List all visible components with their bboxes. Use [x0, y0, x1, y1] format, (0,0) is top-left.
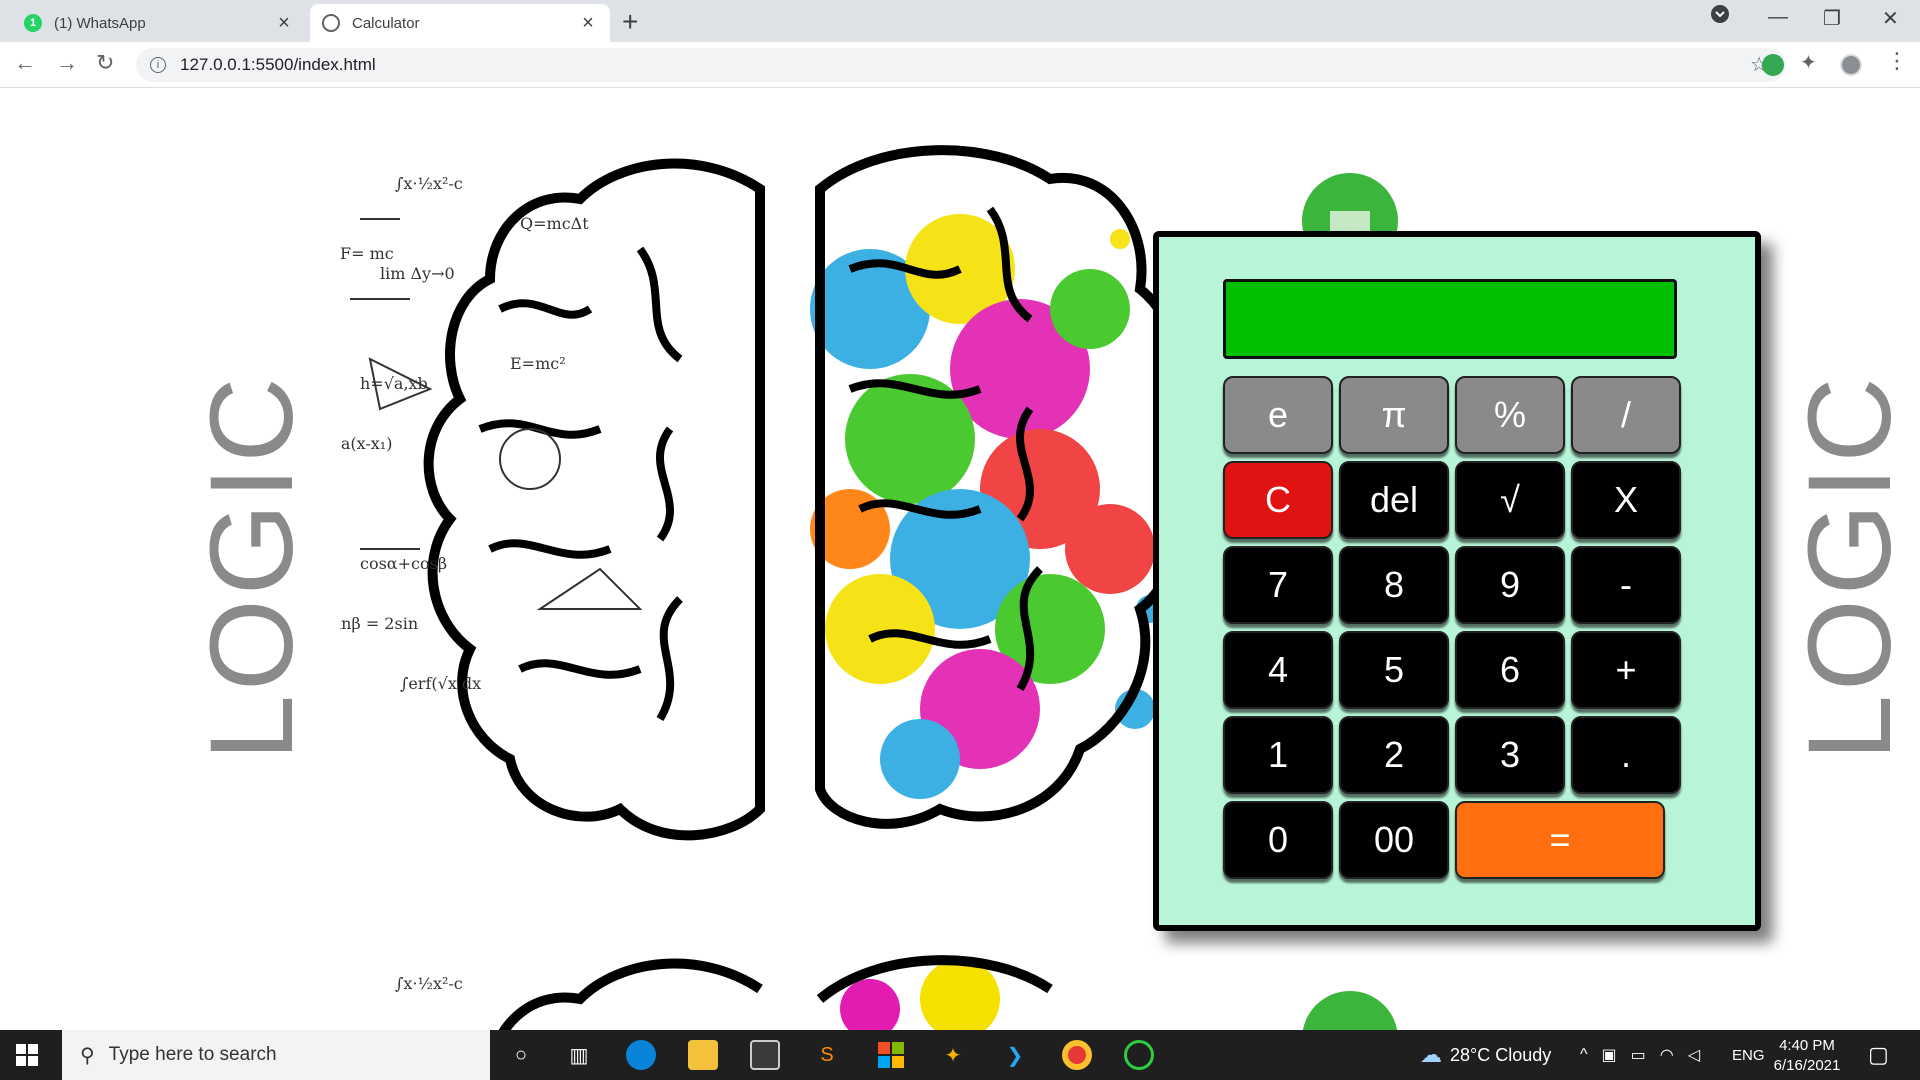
- svg-text:f(x)=a(x-x₁): f(x)=a(x-x₁): [340, 434, 392, 453]
- globe-icon: [322, 14, 340, 32]
- key-5-button[interactable]: 5: [1339, 631, 1449, 709]
- cloud-icon: ☁: [1420, 1042, 1442, 1067]
- svg-text:∫x·½x²-c: ∫x·½x²-c: [395, 174, 463, 193]
- svg-text:∫erf(√x dx: ∫erf(√x dx: [400, 674, 481, 693]
- key-decimal-button[interactable]: .: [1571, 716, 1681, 794]
- left-brain-repeat: ∫x·½x²-c: [395, 958, 763, 1030]
- svg-text:E=mc²: E=mc²: [510, 354, 566, 373]
- chevron-up-icon[interactable]: ^: [1580, 1046, 1588, 1064]
- chrome-icon[interactable]: [1062, 1040, 1092, 1070]
- url-text: 127.0.0.1:5500/index.html: [180, 55, 376, 74]
- vscode-icon[interactable]: ❯: [1000, 1040, 1030, 1070]
- svg-text:lim Δy→0: lim Δy→0: [380, 264, 455, 283]
- key-1-button[interactable]: 1: [1223, 716, 1333, 794]
- key-delete-button[interactable]: del: [1339, 461, 1449, 539]
- svg-text:cosα+cosβ: cosα+cosβ: [360, 554, 447, 573]
- meet-now-icon[interactable]: ▣: [1602, 1045, 1617, 1065]
- date-text: 6/16/2021: [1773, 1057, 1841, 1074]
- close-window-button[interactable]: ✕: [1882, 6, 1899, 31]
- address-bar[interactable]: i 127.0.0.1:5500/index.html ☆: [136, 48, 1786, 82]
- browser-toolbar: ← → ↻ i 127.0.0.1:5500/index.html ☆ ✦ ⋮: [0, 42, 1920, 88]
- left-brain-illustration: ∫x·½x²-c F= mc lim Δy→0 h=√a,xb f(x)=a(x…: [340, 158, 765, 841]
- sublime-icon[interactable]: S: [812, 1040, 842, 1070]
- close-tab-icon[interactable]: ×: [578, 12, 598, 35]
- minimize-button[interactable]: —: [1768, 6, 1788, 29]
- key-multiply-button[interactable]: X: [1571, 461, 1681, 539]
- office-icon[interactable]: [876, 1040, 906, 1070]
- svg-text:∫x·½x²-c: ∫x·½x²-c: [395, 974, 463, 993]
- new-tab-button[interactable]: +: [622, 6, 638, 38]
- key-plus-button[interactable]: +: [1571, 631, 1681, 709]
- key-e-button[interactable]: e: [1223, 376, 1333, 454]
- side-text-left: LOGIC: [186, 373, 318, 761]
- svg-text:Q=mcΔt: Q=mcΔt: [520, 214, 589, 233]
- profile-avatar[interactable]: [1840, 54, 1862, 76]
- tab-whatsapp[interactable]: 1 (1) WhatsApp ×: [12, 4, 306, 42]
- side-text-right: LOGIC: [1784, 373, 1916, 761]
- whatsapp-icon: 1: [24, 14, 42, 32]
- windows-start-icon[interactable]: [16, 1044, 38, 1071]
- svg-text:sinα+sinβ = 2sin: sinα+sinβ = 2sin: [340, 614, 418, 633]
- key-2-button[interactable]: 2: [1339, 716, 1449, 794]
- tab-title: (1) WhatsApp: [54, 14, 146, 32]
- tab-strip: 1 (1) WhatsApp × Calculator × + — ❐ ✕: [0, 0, 1920, 42]
- key-pi-button[interactable]: π: [1339, 376, 1449, 454]
- tab-calculator[interactable]: Calculator ×: [310, 4, 610, 42]
- weather-text: 28°C Cloudy: [1450, 1044, 1552, 1065]
- page-content: LOGIC LOGIC ∫x·½x²-c F= mc lim Δy→0 h=√a…: [0, 89, 1920, 1030]
- menu-kebab-icon[interactable]: ⋮: [1886, 48, 1908, 74]
- language-indicator[interactable]: ENG: [1732, 1030, 1765, 1080]
- search-icon: ⚲: [80, 1044, 95, 1067]
- time-text: 4:40 PM: [1779, 1037, 1835, 1054]
- key-0-button[interactable]: 0: [1223, 801, 1333, 879]
- svg-text:F= mc: F= mc: [340, 244, 394, 263]
- task-view-icon[interactable]: ▥: [564, 1040, 594, 1070]
- back-icon[interactable]: ←: [14, 50, 36, 76]
- cortana-icon[interactable]: ○: [506, 1040, 536, 1070]
- edge-icon[interactable]: [626, 1040, 656, 1070]
- file-explorer-icon[interactable]: [688, 1040, 718, 1070]
- git-icon[interactable]: ✦: [938, 1040, 968, 1070]
- key-3-button[interactable]: 3: [1455, 716, 1565, 794]
- calculator-display[interactable]: [1223, 279, 1677, 359]
- forward-icon[interactable]: →: [56, 50, 78, 76]
- wifi-icon[interactable]: ◠: [1660, 1045, 1674, 1065]
- key-6-button[interactable]: 6: [1455, 631, 1565, 709]
- restore-button[interactable]: ❐: [1823, 6, 1841, 31]
- windows-taskbar: ⚲ Type here to search ○ ▥ S ✦ ❯ ☁ 28°C C…: [0, 1030, 1920, 1080]
- key-sqrt-button[interactable]: √: [1455, 461, 1565, 539]
- key-4-button[interactable]: 4: [1223, 631, 1333, 709]
- store-icon[interactable]: [750, 1040, 780, 1070]
- extension-add-icon[interactable]: [1762, 54, 1784, 76]
- loading-app-icon[interactable]: [1124, 1040, 1154, 1070]
- right-brain-illustration: [810, 145, 1186, 829]
- tab-search-icon[interactable]: [1710, 4, 1730, 30]
- weather-widget[interactable]: ☁ 28°C Cloudy: [1420, 1030, 1551, 1080]
- svg-text:h=√a,xb: h=√a,xb: [360, 374, 428, 393]
- key-divide-button[interactable]: /: [1571, 376, 1681, 454]
- key-minus-button[interactable]: -: [1571, 546, 1681, 624]
- site-info-icon[interactable]: i: [150, 57, 166, 73]
- tab-title: Calculator: [352, 14, 420, 32]
- extensions-puzzle-icon[interactable]: ✦: [1800, 50, 1822, 74]
- system-tray: ^ ▣ ▭ ◠ ◁: [1580, 1030, 1700, 1080]
- calculator: e π% / Cdel √ X 7 8 9-4 5 6 +1 2 3. 0 00 =: [1153, 231, 1761, 931]
- right-brain-repeat: [816, 955, 1053, 1030]
- taskbar-search-input[interactable]: ⚲ Type here to search: [62, 1030, 490, 1080]
- key-equals-button[interactable]: =: [1455, 801, 1665, 879]
- key-clear-button[interactable]: C: [1223, 461, 1333, 539]
- key-percent-button[interactable]: %: [1455, 376, 1565, 454]
- key-00-button[interactable]: 00: [1339, 801, 1449, 879]
- notifications-icon[interactable]: ▢: [1868, 1030, 1889, 1080]
- battery-icon[interactable]: ▭: [1631, 1045, 1646, 1065]
- key-9-button[interactable]: 9: [1455, 546, 1565, 624]
- clock[interactable]: 4:40 PM 6/16/2021: [1762, 1036, 1852, 1076]
- volume-icon[interactable]: ◁: [1688, 1045, 1700, 1065]
- key-7-button[interactable]: 7: [1223, 546, 1333, 624]
- key-8-button[interactable]: 8: [1339, 546, 1449, 624]
- close-tab-icon[interactable]: ×: [274, 12, 294, 35]
- green-splat-repeat: [1302, 991, 1398, 1030]
- search-placeholder: Type here to search: [108, 1044, 277, 1065]
- reload-icon[interactable]: ↻: [96, 50, 114, 76]
